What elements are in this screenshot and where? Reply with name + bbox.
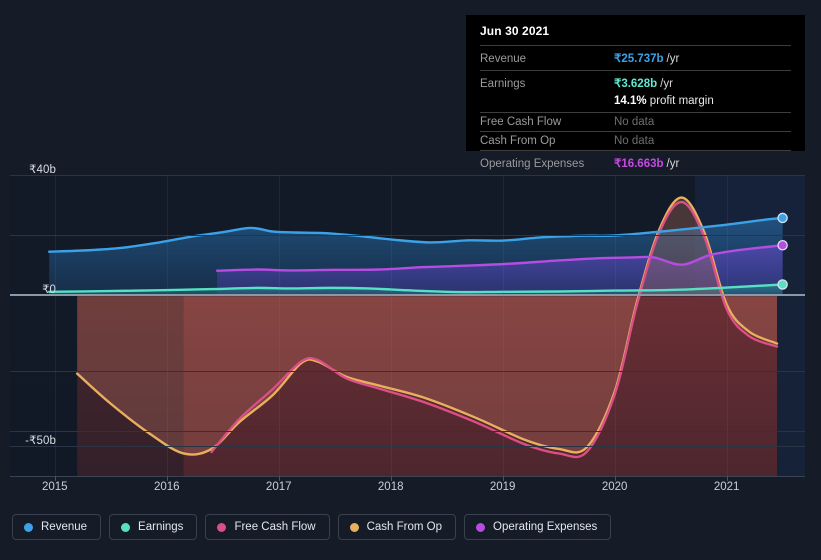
tooltip-margin-value: 14.1% [614,95,647,107]
tooltip-profit-margin-row: 14.1% profit margin [480,95,791,112]
chart-tooltip: Jun 30 2021 Revenue ₹25.737b/yr Earnings ₹3… [466,15,805,170]
legend-item-revenue[interactable]: Revenue [12,514,102,540]
legend-label: Cash From Op [366,521,443,533]
tooltip-row: Free Cash Flow No data [480,112,791,131]
legend-label: Operating Expenses [493,521,598,533]
x-axis-tick-label: 2016 [153,481,180,493]
tooltip-row-label: Free Cash Flow [480,116,562,128]
chart-legend: Revenue Earnings Free Cash Flow Cash From O… [12,514,612,540]
gridline-y [10,370,805,372]
tooltip-row: Operating Expenses ₹16.663b/yr [480,150,791,175]
x-axis-tick-label: 2019 [489,481,516,493]
gridline-x [502,175,504,476]
legend-color-dot [476,522,486,532]
gridline-x [54,175,56,476]
tooltip-margin-text: 14.1% profit margin [614,95,714,107]
tooltip-value-unit: /yr [666,53,680,65]
legend-color-dot [121,522,131,532]
legend-color-dot [217,522,227,532]
legend-color-dot [24,522,33,532]
x-axis-tick-label: 2020 [601,481,628,493]
y-axis-tick-text: ₹40b [29,164,56,176]
tooltip-row-value: ₹3.628b/yr [614,74,673,92]
x-axis-tick-label: 2015 [41,481,68,493]
tooltip-rows: Revenue ₹25.737b/yr Earnings ₹3.628b/yr 14.1… [480,45,791,175]
tooltip-value-unit: /yr [666,158,680,170]
tooltip-value-amount: ₹16.663b [614,158,664,170]
gridline-x [278,175,280,476]
legend-item-cash-from-op[interactable]: Cash From Op [337,514,457,540]
gridline-x [614,175,616,476]
legend-color-dot [349,522,359,532]
y-axis-tick-text: -₹50b [25,434,56,447]
gridline-x [166,175,168,476]
tooltip-row: Earnings ₹3.628b/yr [480,70,791,95]
tooltip-row-label: Revenue [480,53,527,65]
legend-label: Revenue [41,521,88,533]
tooltip-row-value: ₹25.737b/yr [614,49,679,67]
tooltip-value-amount: ₹25.737b [614,53,664,65]
tooltip-row: Revenue ₹25.737b/yr [480,45,791,70]
tooltip-row-label: Earnings [480,78,526,90]
x-axis-tick-label: 2018 [377,481,404,493]
tooltip-row-value: No data [614,135,655,147]
tooltip-row-label: Operating Expenses [480,158,585,170]
legend-item-free-cash-flow[interactable]: Free Cash Flow [205,514,330,540]
gridline-y [10,430,805,432]
endpoint-marker-revenue [777,212,788,224]
gridline-x [726,175,728,476]
tooltip-value-amount: ₹3.628b [614,78,658,90]
tooltip-date: Jun 30 2021 [480,24,550,38]
endpoint-marker-earnings [777,279,788,290]
gridline-x [390,175,392,476]
legend-label: Earnings [138,521,184,533]
tooltip-value-unit: /yr [660,78,673,90]
financial-chart-widget: ₹40b ₹0 -₹50b 2015 2016 2017 2018 2019 2020 2021 … [0,0,821,560]
gridline-y [10,445,805,447]
legend-item-earnings[interactable]: Earnings [109,514,198,540]
tooltip-row: Cash From Op No data [480,131,791,150]
endpoint-marker-operating-expenses [777,239,788,251]
x-axis-line [10,476,805,477]
gridline-y [10,175,805,176]
tooltip-row-label: Cash From Op [480,135,556,147]
tooltip-row-value: No data [614,116,655,128]
x-axis-tick-label: 2017 [265,481,292,493]
zero-line [10,294,805,297]
tooltip-row-value: ₹16.663b/yr [614,154,679,172]
legend-label: Free Cash Flow [234,521,316,533]
x-axis-tick-label: 2021 [713,481,740,493]
gridline-y [10,235,805,237]
legend-item-operating-expenses[interactable]: Operating Expenses [464,514,612,540]
